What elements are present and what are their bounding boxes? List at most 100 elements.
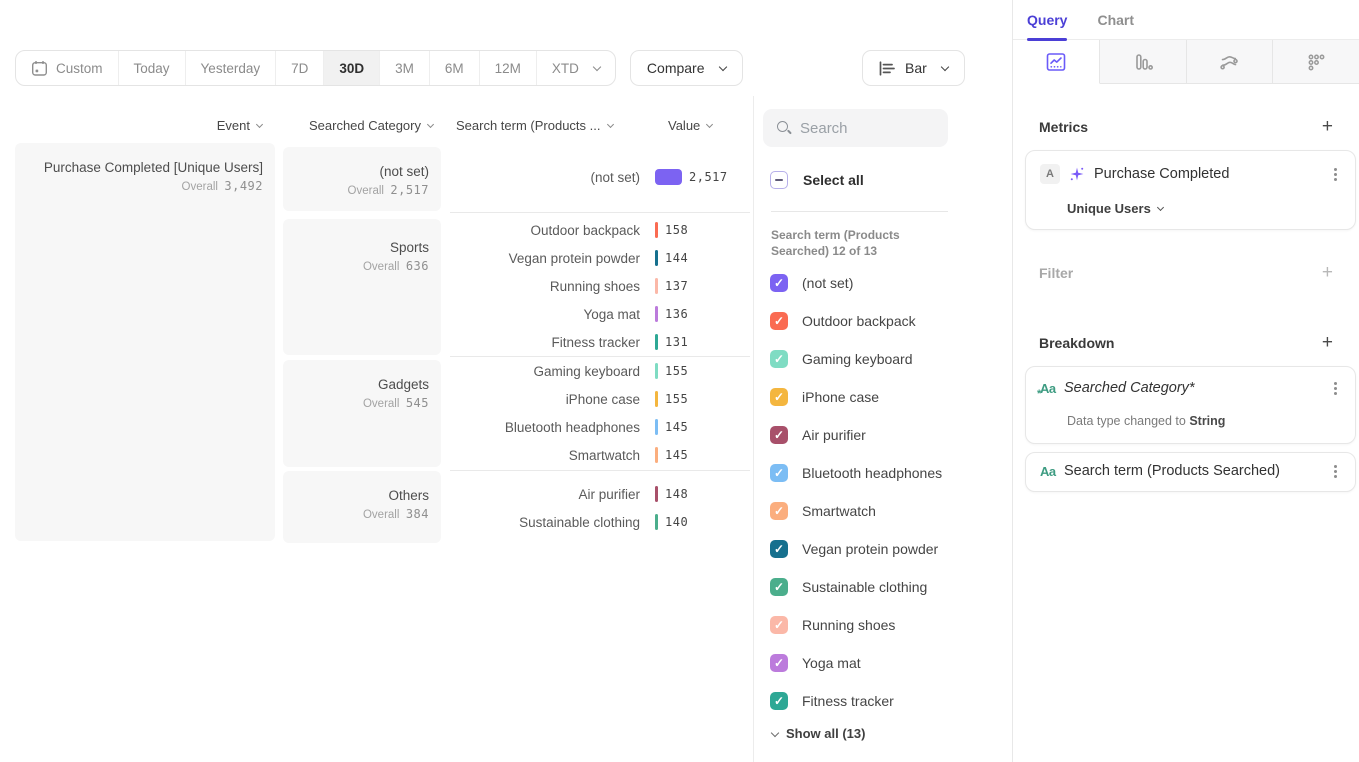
chevron-down-icon [606,121,613,128]
chevron-down-icon [941,62,949,70]
category-cell-sports: Sports Overall 636 [283,219,441,355]
select-all-row[interactable]: Select all [770,171,864,189]
checkbox-checked[interactable] [770,654,788,672]
string-property-icon: Aa [1040,464,1064,479]
table-row: iPhone case 155 [450,385,750,413]
checkbox-checked[interactable] [770,464,788,482]
series-legend-panel: Select all Search term (Products Searche… [753,96,1012,762]
metric-options-kebab[interactable] [1327,166,1343,182]
value-bar [655,486,658,502]
date-range-segmented-control: Custom Today Yesterday 7D 30D 3M 6M 12M … [15,50,616,86]
column-header-search-term[interactable]: Search term (Products ... [456,118,613,133]
checkbox-checked[interactable] [770,616,788,634]
date-range-30d-selected[interactable]: 30D [323,51,379,85]
chart-type-dropdown[interactable]: Bar [862,50,965,86]
legend-item[interactable]: Outdoor backpack [770,302,942,340]
breakdown-options-kebab[interactable] [1327,463,1343,479]
calendar-icon [31,60,48,77]
breakdown-note: Data type changed to String [1067,414,1225,428]
checkbox-checked[interactable] [770,312,788,330]
tab-funnels[interactable] [1100,40,1187,84]
breakdown-name: Searched Category* [1064,380,1195,396]
insights-icon [1045,51,1067,73]
column-header-event[interactable]: Event [15,118,262,133]
category-cell-others: Others Overall 384 [283,471,441,543]
bar-chart-icon [879,61,897,76]
legend-item[interactable]: (not set) [770,264,942,302]
query-builder-panel: Query Chart Metrics + A [1012,0,1359,762]
checkbox-checked[interactable] [770,350,788,368]
value-bar [655,514,658,530]
value-bar [655,250,658,266]
legend-item[interactable]: Fitness tracker [770,682,942,720]
value-bar [655,169,682,185]
checkbox-checked[interactable] [770,388,788,406]
date-range-today[interactable]: Today [118,51,185,85]
value-bar [655,447,658,463]
table-row: Running shoes 137 [450,272,750,300]
column-header-value[interactable]: Value [668,118,712,133]
breakdown-card[interactable]: Aa Search term (Products Searched) [1025,452,1356,492]
chevron-down-icon [1157,203,1164,210]
panel-tabs: Query Chart [1013,0,1359,40]
date-range-yesterday[interactable]: Yesterday [185,51,276,85]
insights-report-page: Custom Today Yesterday 7D 30D 3M 6M 12M … [0,0,1359,762]
tab-chart[interactable]: Chart [1097,12,1134,28]
add-metric-button[interactable]: + [1322,118,1333,136]
date-range-7d[interactable]: 7D [275,51,323,85]
legend-items: (not set) Outdoor backpack Gaming keyboa… [770,264,942,720]
column-header-searched-category[interactable]: Searched Category [283,118,433,133]
select-all-checkbox[interactable] [770,171,788,189]
measurement-dropdown[interactable]: Unique Users [1067,201,1163,216]
tab-query[interactable]: Query [1027,12,1067,28]
funnels-icon [1132,51,1154,73]
search-icon [777,121,791,135]
search-input[interactable] [800,120,930,137]
table-row: (not set) 2,517 [450,163,750,191]
legend-item[interactable]: Running shoes [770,606,942,644]
checkbox-checked[interactable] [770,540,788,558]
legend-item[interactable]: Air purifier [770,416,942,454]
filter-header: Filter + [1039,264,1333,282]
tab-retention[interactable] [1273,40,1359,84]
date-range-3m[interactable]: 3M [379,51,429,85]
date-range-6m[interactable]: 6M [429,51,479,85]
breakdown-card[interactable]: Aa* Searched Category* Data type changed… [1025,366,1356,444]
legend-search[interactable] [763,109,948,147]
add-filter-button[interactable]: + [1322,264,1333,282]
checkbox-checked[interactable] [770,578,788,596]
checkbox-checked[interactable] [770,692,788,710]
tab-insights-active[interactable] [1013,40,1100,84]
date-range-xtd[interactable]: XTD [536,51,615,85]
date-range-custom[interactable]: Custom [16,51,118,85]
tab-flows[interactable] [1187,40,1274,84]
legend-item[interactable]: Vegan protein powder [770,530,942,568]
metric-card[interactable]: A Purchase Completed Unique Users [1025,150,1356,230]
legend-item[interactable]: iPhone case [770,378,942,416]
event-sparkle-icon [1069,166,1085,182]
table-row: Smartwatch 145 [450,441,750,469]
checkbox-checked[interactable] [770,426,788,444]
add-breakdown-button[interactable]: + [1322,334,1333,352]
legend-item[interactable]: Gaming keyboard [770,340,942,378]
legend-item[interactable]: Sustainable clothing [770,568,942,606]
value-bar [655,391,658,407]
event-cell: Purchase Completed [Unique Users] Overal… [15,143,275,541]
breakdown-options-kebab[interactable] [1327,380,1343,396]
value-bar [655,278,658,294]
chevron-down-icon [771,729,779,737]
legend-item[interactable]: Yoga mat [770,644,942,682]
legend-item[interactable]: Smartwatch [770,492,942,530]
value-bar [655,419,658,435]
compare-button[interactable]: Compare [630,50,743,86]
date-range-12m[interactable]: 12M [479,51,536,85]
show-all-link[interactable]: Show all (13) [770,726,865,741]
checkbox-checked[interactable] [770,502,788,520]
event-name: Purchase Completed [Unique Users] [25,159,263,176]
legend-item[interactable]: Bluetooth headphones [770,454,942,492]
checkbox-checked[interactable] [770,274,788,292]
group-separator [450,212,750,213]
table-row: Sustainable clothing 140 [450,508,750,536]
chevron-down-icon [718,62,726,70]
value-bar [655,306,658,322]
